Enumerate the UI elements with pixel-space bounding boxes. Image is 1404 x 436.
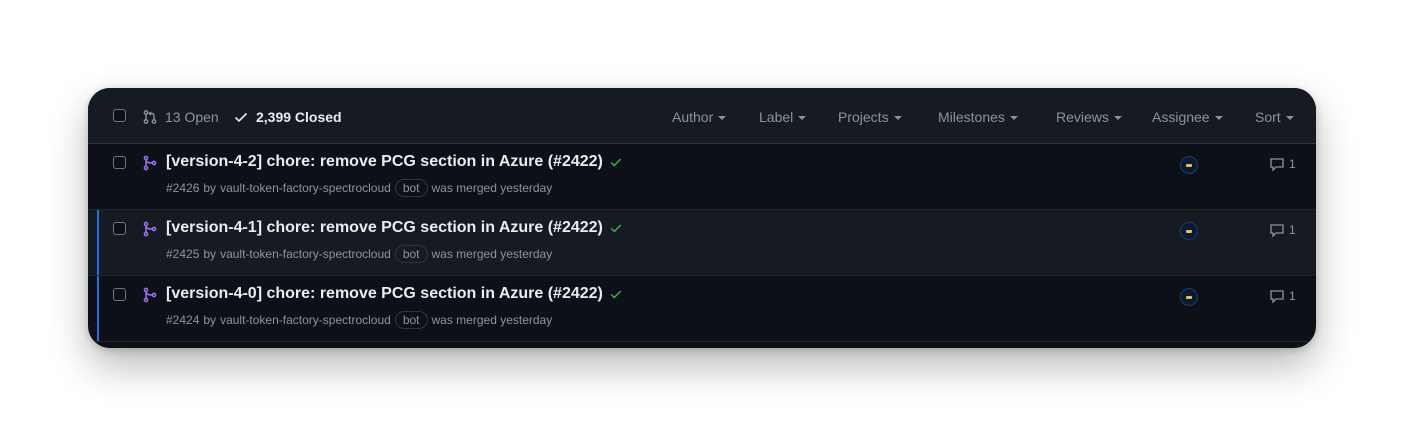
- pr-title: [version-4-1] chore: remove PCG section …: [166, 219, 603, 236]
- comment-icon: [1270, 158, 1284, 172]
- bot-badge: bot: [394, 179, 428, 197]
- select-all-checkbox[interactable]: [113, 109, 126, 122]
- list-item: [version-4-0] chore: remove PCG section …: [88, 276, 1316, 342]
- git-merge-icon: [143, 221, 157, 237]
- projects-filter-label: Projects: [838, 109, 889, 125]
- caret-down-icon: [1214, 115, 1223, 120]
- closed-count: 2,399 Closed: [256, 109, 342, 125]
- row-checkbox[interactable]: [113, 288, 126, 301]
- pr-meta: #2426 by vault-token-factory-spectroclou…: [166, 179, 552, 197]
- pr-meta: #2425 by vault-token-factory-spectroclou…: [166, 245, 552, 263]
- pr-author-link[interactable]: vault-token-factory-spectrocloud: [220, 313, 391, 327]
- pr-status: was merged yesterday: [431, 247, 553, 261]
- comment-icon: [1270, 224, 1284, 238]
- author-filter-label: Author: [672, 109, 714, 125]
- check-icon: [234, 112, 248, 123]
- pull-request-list: 13 Open 2,399 Closed Author Label Projec…: [88, 88, 1316, 348]
- assignee-avatar[interactable]: [1180, 222, 1198, 240]
- caret-down-icon: [718, 115, 727, 120]
- pr-meta: #2424 by vault-token-factory-spectroclou…: [166, 311, 552, 329]
- comment-icon: [1270, 290, 1284, 304]
- assignee-filter[interactable]: Assignee: [1152, 107, 1223, 127]
- sort-filter-label: Sort: [1255, 109, 1281, 125]
- open-filter-button[interactable]: 13 Open: [142, 107, 219, 127]
- pr-number: #2425: [166, 247, 200, 261]
- comments-link[interactable]: 1: [1269, 287, 1296, 305]
- check-icon: [610, 158, 622, 167]
- open-count: 13 Open: [165, 109, 219, 125]
- reviews-filter[interactable]: Reviews: [1056, 107, 1122, 127]
- pr-author-link[interactable]: vault-token-factory-spectrocloud: [220, 247, 391, 261]
- list-item: [version-4-2] chore: remove PCG section …: [88, 144, 1316, 210]
- caret-down-icon: [1009, 115, 1018, 120]
- row-highlight-bar: [97, 276, 99, 341]
- sort-filter[interactable]: Sort: [1255, 107, 1294, 127]
- by-label: by: [203, 313, 217, 327]
- reviews-filter-label: Reviews: [1056, 109, 1109, 125]
- projects-filter[interactable]: Projects: [838, 107, 902, 127]
- assignee-filter-label: Assignee: [1152, 109, 1210, 125]
- git-merge-icon: [143, 155, 157, 171]
- closed-filter-button[interactable]: 2,399 Closed: [233, 107, 342, 127]
- bot-badge: bot: [394, 311, 428, 329]
- pr-title-link[interactable]: [version-4-2] chore: remove PCG section …: [166, 153, 623, 171]
- assignee-avatar[interactable]: [1180, 156, 1198, 174]
- milestones-filter-label: Milestones: [938, 109, 1005, 125]
- comment-count: 1: [1289, 289, 1296, 303]
- label-filter[interactable]: Label: [759, 107, 807, 127]
- comment-count: 1: [1289, 223, 1296, 237]
- caret-down-icon: [1113, 115, 1122, 120]
- pr-title: [version-4-2] chore: remove PCG section …: [166, 153, 603, 170]
- row-checkbox[interactable]: [113, 156, 126, 169]
- comment-count: 1: [1289, 157, 1296, 171]
- git-pull-request-icon: [143, 110, 157, 124]
- pr-title-link[interactable]: [version-4-1] chore: remove PCG section …: [166, 219, 623, 237]
- check-icon: [610, 224, 622, 233]
- row-highlight-bar: [97, 210, 99, 275]
- assignee-avatar[interactable]: [1180, 288, 1198, 306]
- caret-down-icon: [1285, 115, 1294, 120]
- pr-title-link[interactable]: [version-4-0] chore: remove PCG section …: [166, 285, 623, 303]
- list-item: [version-4-1] chore: remove PCG section …: [88, 210, 1316, 276]
- list-header: 13 Open 2,399 Closed Author Label Projec…: [88, 88, 1316, 144]
- caret-down-icon: [798, 115, 807, 120]
- git-merge-icon: [143, 287, 157, 303]
- pr-title: [version-4-0] chore: remove PCG section …: [166, 285, 603, 302]
- comments-link[interactable]: 1: [1269, 221, 1296, 239]
- pr-status: was merged yesterday: [431, 181, 553, 195]
- pr-author-link[interactable]: vault-token-factory-spectrocloud: [220, 181, 391, 195]
- by-label: by: [203, 181, 217, 195]
- milestones-filter[interactable]: Milestones: [938, 107, 1018, 127]
- bot-badge: bot: [394, 245, 428, 263]
- pr-number: #2424: [166, 313, 200, 327]
- author-filter[interactable]: Author: [672, 107, 727, 127]
- pr-number: #2426: [166, 181, 200, 195]
- check-icon: [610, 290, 622, 299]
- pr-status: was merged yesterday: [431, 313, 553, 327]
- comments-link[interactable]: 1: [1269, 155, 1296, 173]
- label-filter-label: Label: [759, 109, 794, 125]
- row-checkbox[interactable]: [113, 222, 126, 235]
- by-label: by: [203, 247, 217, 261]
- caret-down-icon: [893, 115, 902, 120]
